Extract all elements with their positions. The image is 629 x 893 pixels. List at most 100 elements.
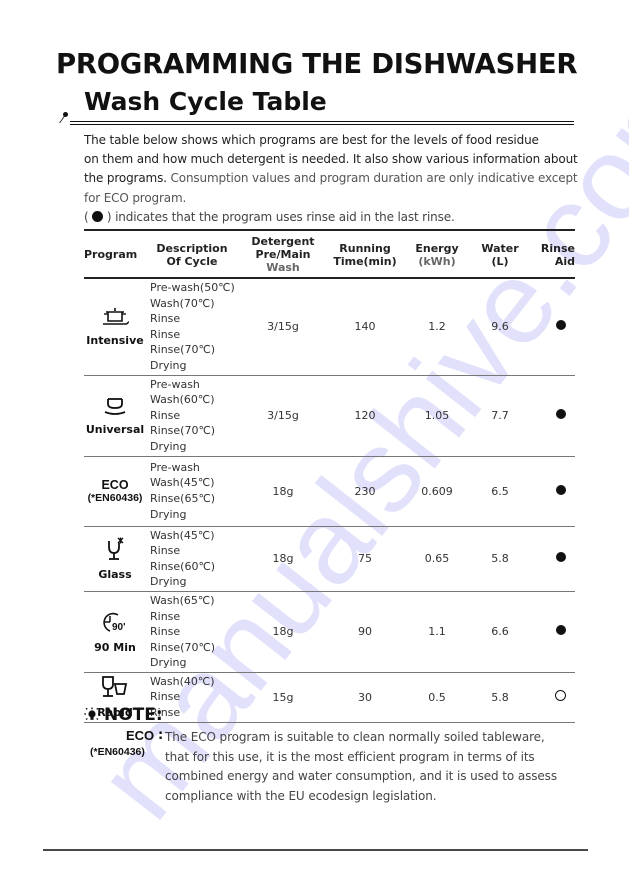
note-section: NOTE: ECO : (*EN60436) The ECO program i…	[84, 705, 557, 803]
energy-cell: 1.2	[428, 320, 446, 334]
program-name: ECO	[101, 478, 129, 493]
header-label: Energy	[415, 241, 459, 255]
header-label: Pre/Main	[255, 248, 311, 261]
header-detergent: Detergent Pre/Main Wash	[238, 231, 328, 278]
cycle-description-cell: Pre-wash(50℃) Wash(70℃) Rinse Rinse Rinse(70…	[146, 278, 238, 375]
program-standard: (*EN60436)	[87, 492, 143, 505]
program-cell: 90' 90 Min	[84, 591, 146, 672]
program-name: Intensive	[86, 333, 144, 347]
table-body: Intensive Pre-wash(50℃) Wash(70℃) Rinse Rins…	[84, 278, 575, 723]
header-label: Running	[339, 241, 391, 255]
header-label: Water	[481, 241, 519, 255]
program-cell: Intensive	[84, 278, 146, 375]
detergent-cell: 15g	[272, 690, 294, 704]
cycle-description-cell: Pre-wash Wash(60℃) Rinse Rinse(70℃) Drying	[146, 375, 238, 456]
detergent-cell: 3/15g	[267, 409, 299, 423]
table-row: ECO (*EN60436) Pre-wash Wash(45℃) Rinse(65℃)…	[84, 456, 575, 527]
water-cell: 5.8	[491, 552, 509, 566]
running-time-cell: 90	[358, 625, 372, 639]
cycle-step: Rinse	[150, 408, 181, 422]
water-cell: 6.5	[491, 484, 509, 498]
filled-circle-icon	[556, 409, 566, 420]
wash-cycle-table: Program Description Of Cycle Detergent Pre…	[84, 229, 575, 723]
clock-icon-label: 90'	[112, 622, 126, 633]
water-cell: 6.6	[491, 625, 509, 639]
intro-line: on them and how much detergent is needed…	[84, 152, 578, 167]
energy-cell: 1.05	[424, 409, 450, 423]
section-rule-secondary	[70, 124, 574, 125]
glass-icon	[84, 537, 146, 566]
running-time-cell: 75	[358, 552, 372, 566]
cycle-step: Rinse	[150, 544, 181, 558]
intro-line: for ECO program.	[84, 190, 187, 205]
footer-rule	[43, 849, 588, 851]
running-time-cell: 140	[354, 320, 376, 334]
program-cell: Glass	[84, 526, 146, 591]
water-cell: 9.6	[491, 320, 509, 334]
cycle-step: Rinse(70℃)	[150, 640, 216, 654]
detergent-cell: 3/15g	[267, 320, 299, 334]
header-label: Wash	[266, 261, 300, 274]
legend-open-paren: (	[84, 209, 89, 224]
header-running-time: Running Time(min)	[328, 231, 402, 278]
header-label: Aid	[554, 254, 575, 268]
detergent-cell: 18g	[272, 625, 294, 639]
cycle-step: Rinse	[150, 609, 181, 623]
rinse-aid-cell	[528, 278, 575, 375]
cycle-step: Drying	[150, 439, 187, 453]
note-text: The ECO program is suitable to clean nor…	[165, 730, 557, 803]
section-title: Wash Cycle Table	[84, 87, 327, 116]
intro-line-light: Consumption values and program duration …	[166, 171, 578, 186]
bowl-icon	[84, 396, 146, 421]
water-cell: 7.7	[491, 409, 509, 423]
cycle-step: Wash(40℃)	[150, 674, 215, 688]
energy-cell: 0.609	[421, 484, 453, 498]
cycle-step: Rinse	[150, 312, 181, 326]
cycle-step: Rinse(70℃)	[150, 343, 216, 357]
note-standard-label: (*EN60436)	[90, 746, 145, 758]
header-program-label: Program	[84, 248, 138, 261]
header-program: Program	[84, 231, 146, 278]
header-label: (kWh)	[418, 254, 456, 268]
cycle-step: Wash(60℃)	[150, 393, 215, 407]
note-heading: NOTE:	[84, 705, 163, 725]
detergent-cell: 18g	[272, 484, 294, 498]
program-name: 90 Min	[94, 640, 136, 654]
cycle-step: Rinse	[150, 690, 181, 704]
cycle-step: Rinse	[150, 706, 181, 720]
cycle-step: Wash(70℃)	[150, 296, 215, 310]
header-description: Description Of Cycle	[146, 231, 238, 278]
rinse-aid-cell	[528, 526, 575, 591]
filled-circle-icon	[556, 625, 566, 636]
running-time-cell: 30	[358, 690, 372, 704]
table-row: Universal Pre-wash Wash(60℃) Rinse Rinse(70℃…	[84, 375, 575, 457]
detergent-cell: 18g	[272, 552, 294, 566]
cycle-step: Pre-wash	[150, 377, 200, 391]
program-name: Glass	[98, 567, 132, 581]
note-eco-label: ECO	[126, 728, 155, 743]
intro-text: The table below shows which programs are…	[84, 131, 584, 227]
intro-line-dark: the programs.	[84, 171, 167, 186]
energy-cell: 0.65	[424, 552, 450, 566]
rinse-aid-cell	[528, 375, 575, 456]
table-header-row: Program Description Of Cycle Detergent Pre…	[84, 231, 575, 278]
rinse-aid-legend: ( ) indicates that the program uses rins…	[84, 208, 584, 227]
header-label: Description	[156, 241, 228, 255]
page-title: PROGRAMMING THE DISHWASHER	[56, 48, 578, 80]
filled-circle-icon	[556, 320, 566, 331]
program-cell: Universal	[84, 375, 146, 456]
clock-90-icon: 90'	[84, 610, 146, 639]
cycle-step: Drying	[150, 507, 187, 521]
filled-circle-icon	[556, 484, 566, 495]
empty-circle-icon	[555, 690, 566, 702]
filled-circle-icon	[92, 210, 104, 222]
header-label: Detergent	[251, 235, 315, 248]
table-row: 90' 90 Min Wash(65℃) Rinse Rinse Rinse(70℃) Dr…	[84, 591, 575, 673]
cycle-step: Drying	[150, 358, 187, 372]
cycle-step: Wash(45℃)	[150, 528, 215, 542]
cycle-step: Rinse(60℃)	[150, 559, 216, 573]
cycle-step: Drying	[150, 575, 187, 589]
energy-cell: 0.5	[428, 690, 446, 704]
cycle-description-cell: Wash(65℃) Rinse Rinse Rinse(70℃) Drying	[146, 591, 238, 672]
legend-text: ) indicates that the program uses rinse …	[106, 209, 455, 224]
